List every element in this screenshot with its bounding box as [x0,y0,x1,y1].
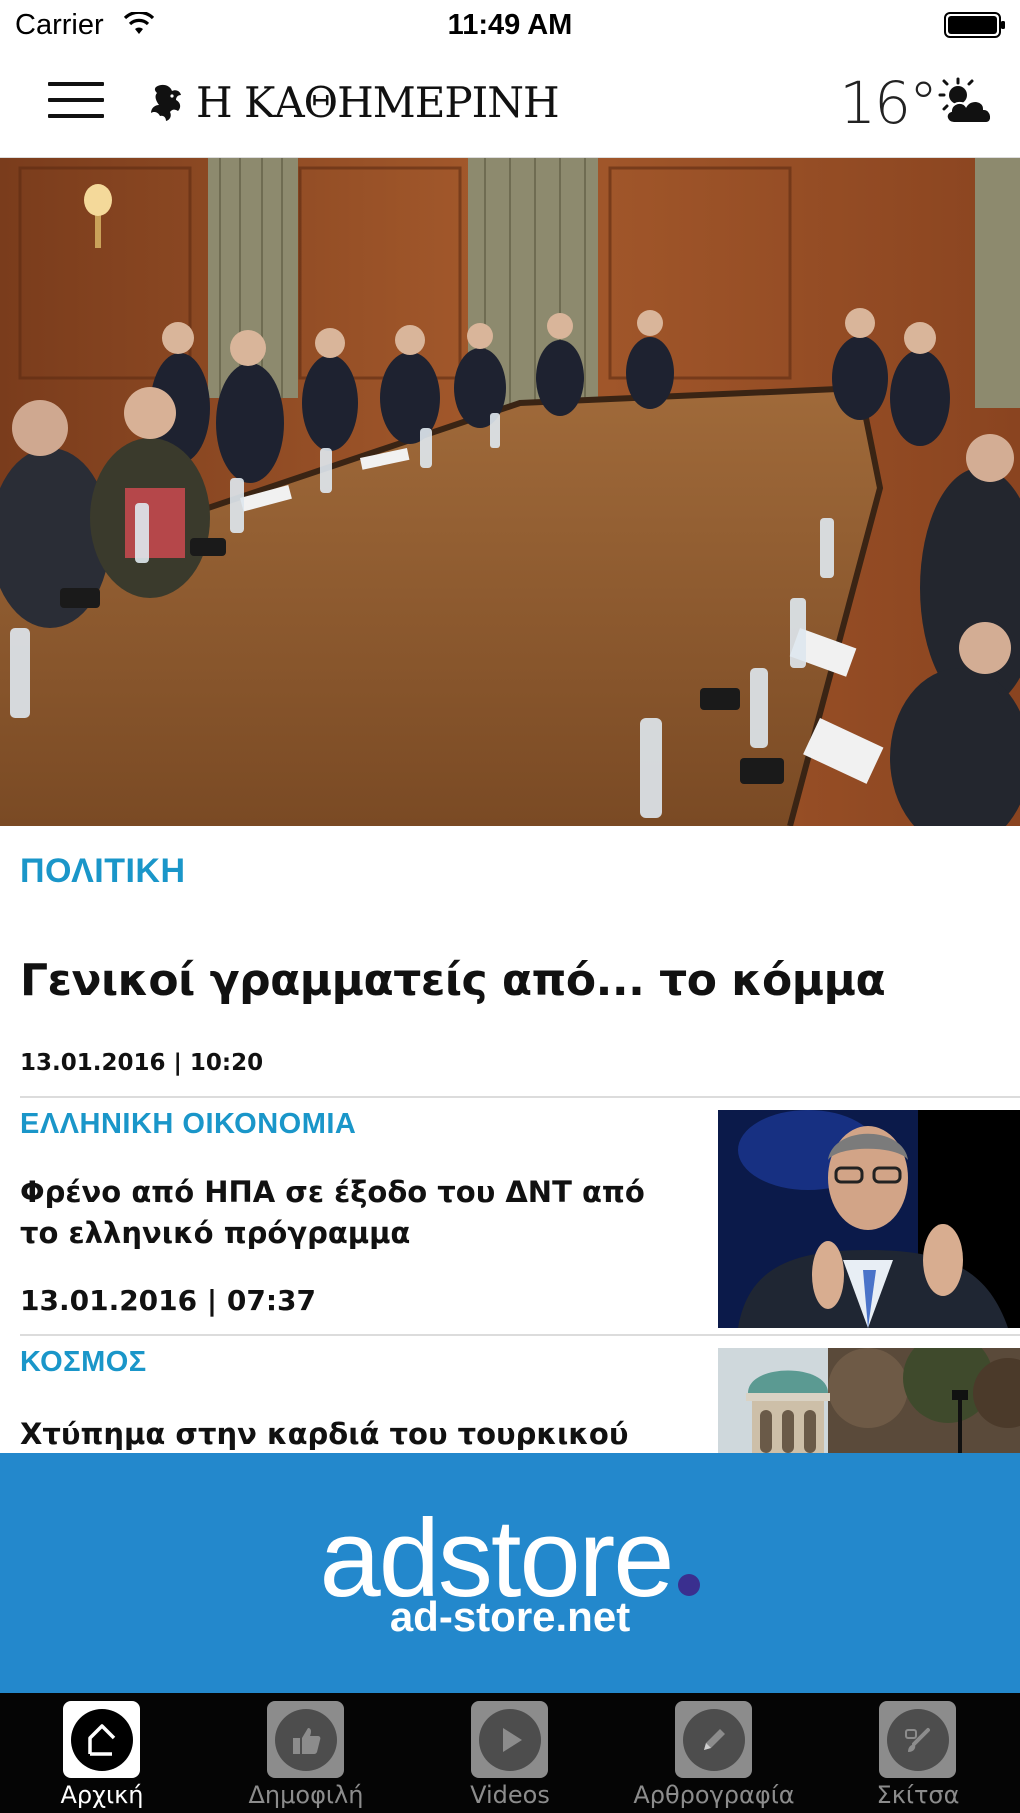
tab-popular[interactable]: Δημοφιλή [204,1693,408,1813]
play-icon [471,1701,548,1778]
hero-category-label[interactable]: ΠΟΛΙΤΙΚΗ [20,852,186,891]
article-thumbnail[interactable] [718,1348,1020,1453]
tab-label: Δημοφιλή [248,1781,364,1809]
ad-url: ad-store.net [389,1593,631,1640]
tab-bar: Αρχική Δημοφιλή Videos Αρθρογραφία Σκίτσ… [0,1693,1020,1813]
tab-label: Σκίτσα [876,1781,960,1809]
pencil-icon [675,1701,752,1778]
status-time: 11:49 AM [447,9,573,41]
hero-article-title[interactable]: Γενικοί γραμματείς από... το κόμμα [20,955,1000,1006]
logo-text: Η ΚΑΘΗΜΕΡΙΝΗ [196,77,560,127]
article-thumbnail[interactable] [718,1110,1020,1328]
site-logo[interactable]: Η ΚΑΘΗΜΕΡΙΝΗ [148,72,560,132]
article-category-label[interactable]: ΚΟΣΜΟΣ [20,1346,147,1379]
thumbs-up-icon [267,1701,344,1778]
tab-home[interactable]: Αρχική [0,1693,204,1813]
status-bar: Carrier 11:49 AM [0,0,1020,52]
tab-cartoons[interactable]: Σκίτσα [816,1693,1020,1813]
list-item[interactable]: ΚΟΣΜΟΣ Χτύπημα στην καρδιά του τουρκικού [0,1336,1020,1453]
article-title[interactable]: Φρένο από ΗΠΑ σε έξοδο του ΔΝΤ από το ελ… [20,1172,680,1254]
tab-label: Αρθρογραφία [633,1781,795,1809]
weather-widget[interactable]: 16° [839,68,998,138]
app-header: Η ΚΑΘΗΜΕΡΙΝΗ 16° [0,52,1020,158]
list-item[interactable]: ΕΛΛΗΝΙΚΗ ΟΙΚΟΝΟΜΙΑ Φρένο από ΗΠΑ σε έξοδ… [0,1098,1020,1334]
home-icon [63,1701,140,1778]
logo-emblem-icon [151,84,181,121]
tab-opinion[interactable]: Αρθρογραφία [612,1693,816,1813]
temperature-label: 16° [839,69,938,137]
ad-banner[interactable]: adstore ad-store.net [0,1453,1020,1693]
article-title[interactable]: Χτύπημα στην καρδιά του τουρκικού [20,1414,680,1455]
tab-label: Αρχική [60,1781,144,1809]
partly-cloudy-icon [938,77,992,124]
tab-label: Videos [470,1781,550,1809]
hero-article-image[interactable] [0,158,1020,826]
hero-article-datetime: 13.01.2016 | 10:20 [20,1050,264,1076]
battery-icon [944,12,1005,38]
tab-videos[interactable]: Videos [408,1693,612,1813]
brush-icon [879,1701,956,1778]
article-datetime: 13.01.2016 | 07:37 [20,1284,316,1317]
article-category-label[interactable]: ΕΛΛΗΝΙΚΗ ΟΙΚΟΝΟΜΙΑ [20,1108,356,1141]
hamburger-menu-icon[interactable] [48,82,104,118]
